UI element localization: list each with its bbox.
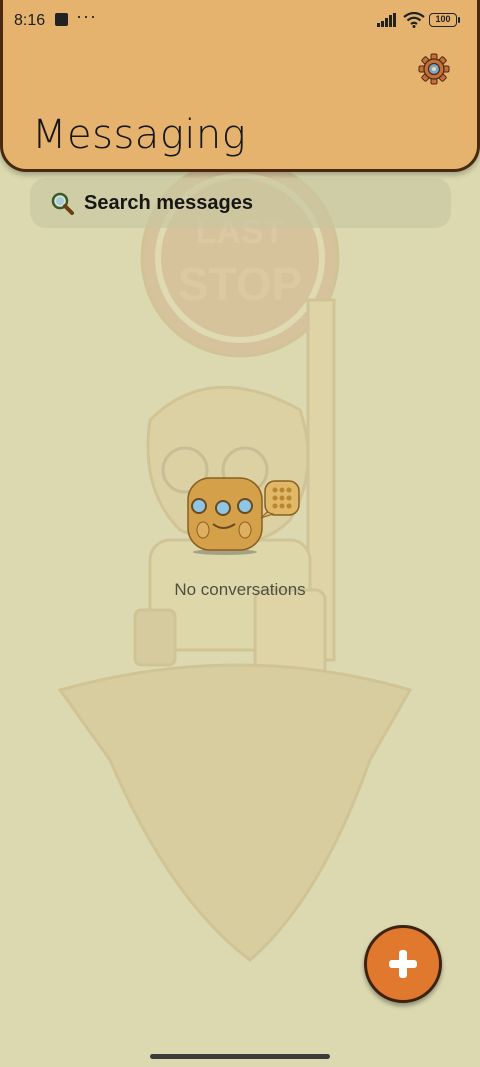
bg-sign-word-2: STOP [178, 258, 302, 310]
signal-icon [377, 13, 396, 27]
battery-nub [458, 17, 460, 23]
wifi-icon [403, 12, 425, 28]
empty-state-message: No conversations [174, 580, 306, 599]
search-placeholder: Search messages [84, 192, 254, 214]
home-indicator[interactable] [150, 1054, 330, 1059]
battery-level: 100 [435, 14, 451, 24]
plus-icon [389, 950, 417, 978]
battery-icon: 100 [429, 13, 457, 27]
status-time: 8:16 [14, 12, 46, 29]
more-notifications-indicator: ··· [76, 6, 97, 26]
notification-square-icon [55, 13, 68, 26]
gear-icon[interactable] [418, 53, 450, 85]
status-bar: 8:16 ··· 100 [0, 0, 480, 42]
new-conversation-button[interactable] [364, 925, 442, 1003]
dice-mascot-icon [187, 477, 300, 555]
search-bar[interactable]: Search messages [30, 178, 451, 228]
page-title: Messaging [32, 112, 247, 158]
search-icon [51, 192, 74, 215]
